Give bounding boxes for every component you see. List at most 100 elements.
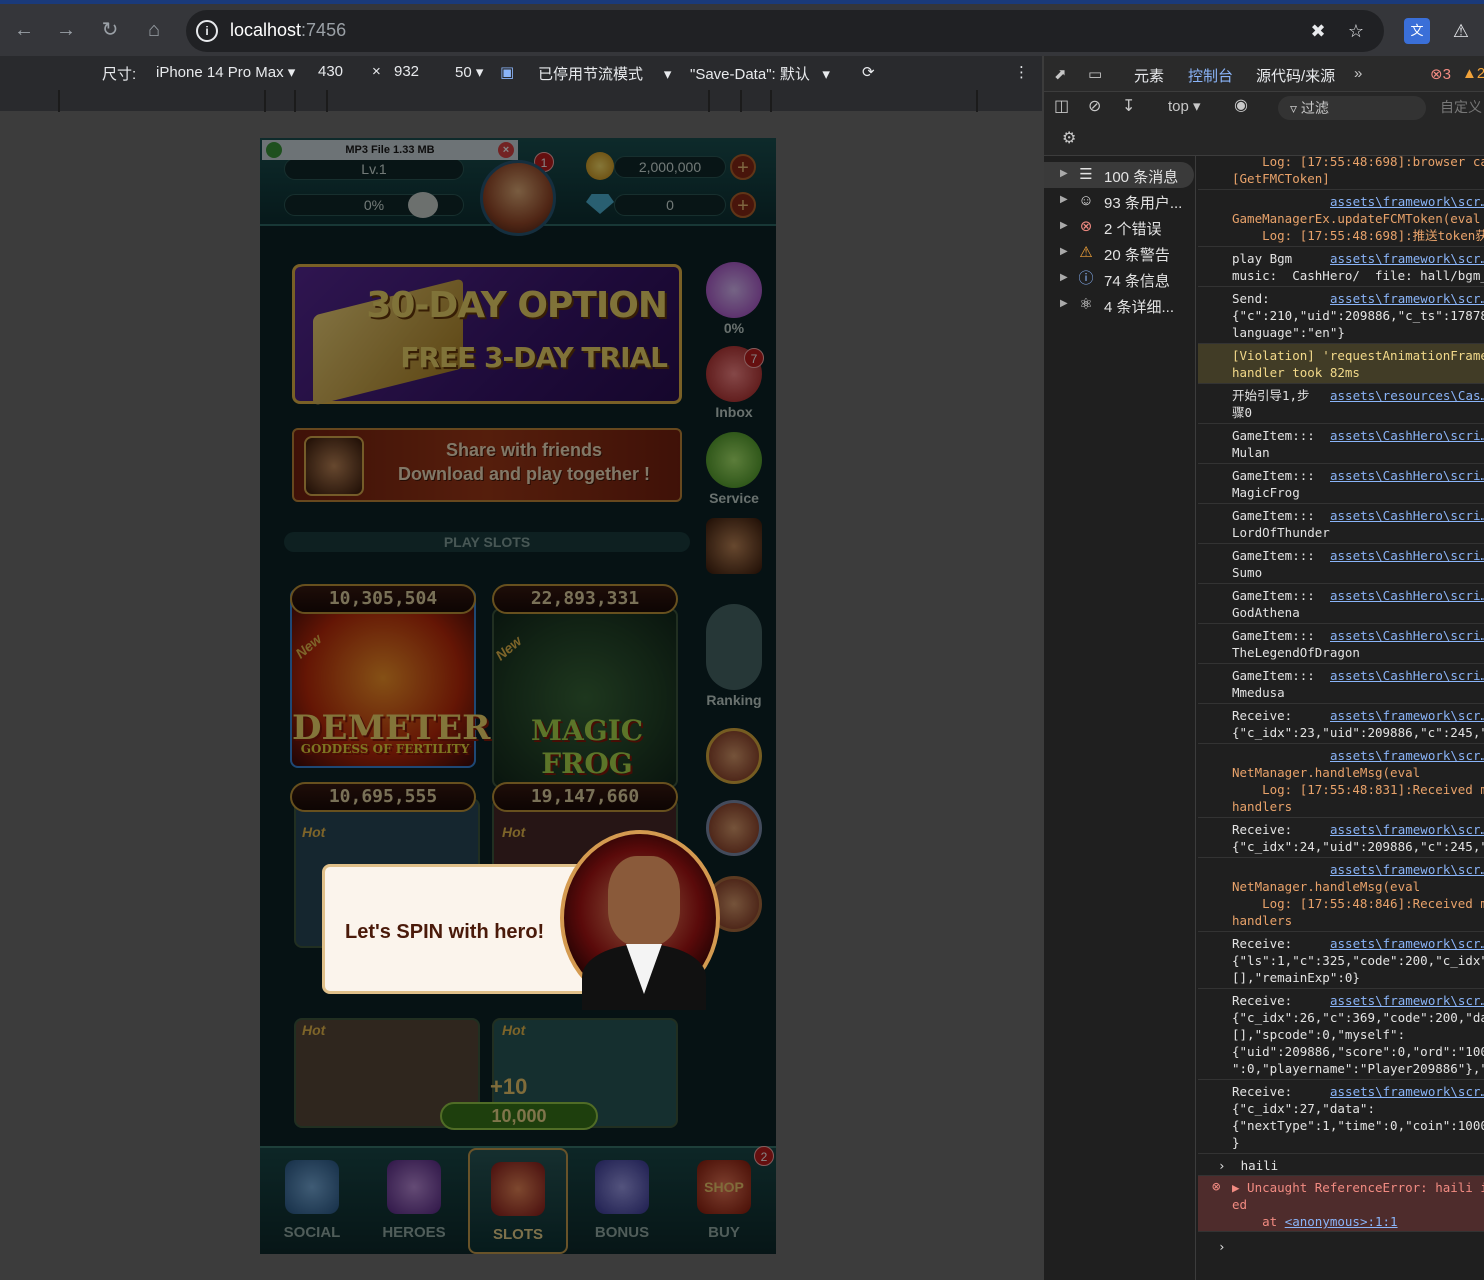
tab-sources[interactable]: 源代码/来源 <box>1256 65 1335 86</box>
source-link[interactable]: assets\CashHero\scri… <box>1330 627 1484 644</box>
console-input-echo: › haili <box>1198 1154 1484 1176</box>
sidebar-toggle-icon[interactable]: ◫ <box>1054 96 1069 116</box>
live-expression-eye-icon[interactable]: ◉ <box>1234 95 1248 115</box>
inspect-element-icon[interactable]: ⬈ <box>1054 65 1067 83</box>
add-coins-button[interactable]: + <box>730 154 756 180</box>
console-message: GameItem::: TheLegendOfDragon assets\Cash… <box>1198 624 1484 664</box>
translate-extension-icon[interactable]: 文 <box>1404 18 1430 44</box>
add-gems-button[interactable]: + <box>730 192 756 218</box>
console-sidebar: ▶ ☰ 100 条消息 ▶ ☺ 93 条用户... ▶ ⊗ 2 个错误 ▶ ⚠ 20 条警告 ▶… <box>1044 156 1196 1280</box>
forward-arrow-icon[interactable]: → <box>52 16 80 44</box>
ranking-button[interactable]: Ranking <box>702 604 766 708</box>
console-message: [Violation] 'requestAnimationFrame' hand… <box>1198 344 1484 384</box>
tab-buy[interactable]: SHOP BUY <box>674 1160 774 1241</box>
console-message: Receive: {"ls":1,"c":325,"code":200,"c_i… <box>1198 932 1484 989</box>
rotate-icon[interactable]: ⟳ <box>862 63 875 81</box>
source-link[interactable]: assets\CashHero\scri… <box>1330 467 1484 484</box>
context-select[interactable]: top ▾ <box>1168 97 1201 115</box>
device-select[interactable]: iPhone 14 Pro Max ▾ <box>156 63 295 81</box>
muted-icon[interactable]: ✖ <box>1306 19 1330 43</box>
source-link[interactable]: assets\framework\scr… <box>1330 821 1484 838</box>
height-input[interactable]: 932 <box>394 63 419 80</box>
source-link[interactable]: assets\CashHero\scri… <box>1330 427 1484 444</box>
scroll-to-bottom-icon[interactable]: ↧ <box>1122 96 1135 116</box>
error-count-badge[interactable]: ⊗3 <box>1430 65 1451 83</box>
source-link[interactable]: assets\framework\scr… <box>1330 707 1484 724</box>
close-icon[interactable]: × <box>498 142 514 158</box>
sidebar-item-user-messages[interactable]: ▶ ☺ 93 条用户... <box>1044 188 1194 214</box>
url-text[interactable]: localhost:7456 <box>230 20 346 41</box>
source-link[interactable]: assets\CashHero\scri… <box>1330 667 1484 684</box>
more-tabs-icon[interactable]: » <box>1354 65 1362 82</box>
heroes-icon <box>387 1160 441 1214</box>
console-message: GameItem::: GodAthena assets\CashHero\scr… <box>1198 584 1484 624</box>
width-input[interactable]: 430 <box>318 63 343 80</box>
tab-social[interactable]: SOCIAL <box>262 1160 362 1241</box>
tab-console[interactable]: 控制台 <box>1188 65 1234 94</box>
jackpot-demeter: 10,305,504 <box>290 584 476 614</box>
more-options-icon[interactable]: ⋮ <box>1014 63 1029 81</box>
sidebar-item-info[interactable]: ▶ ⓘ 74 条信息 <box>1044 266 1194 292</box>
gem-icon <box>586 194 614 214</box>
game-canvas[interactable]: Lv.1 1 0% 2,000,000 + 0 + MP3 File 1.33 … <box>260 138 776 1254</box>
source-link[interactable]: assets\framework\scr… <box>1330 747 1484 764</box>
tab-elements[interactable]: 元素 <box>1134 65 1164 86</box>
zoom-select[interactable]: 50 ▾ <box>455 63 489 81</box>
slot-tile-magic-frog[interactable]: MAGIC FROG <box>492 608 678 788</box>
screenshot-icon[interactable]: ▣ <box>500 63 514 81</box>
game-hud: Lv.1 1 0% 2,000,000 + 0 + MP3 File 1.33 … <box>260 138 776 236</box>
anonymous-link[interactable]: <anonymous>:1:1 <box>1285 1214 1398 1229</box>
source-link[interactable]: assets\framework\scr… <box>1330 290 1484 307</box>
source-link[interactable]: assets\framework\scr… <box>1330 861 1484 878</box>
bookmark-star-icon[interactable]: ☆ <box>1344 19 1368 43</box>
source-link[interactable]: assets\framework\scr… <box>1330 250 1484 267</box>
coin-icon <box>586 152 614 180</box>
tab-slots[interactable]: SLOTS <box>468 1148 568 1254</box>
home-icon[interactable]: ⌂ <box>140 16 168 44</box>
settings-gear-icon[interactable]: ⚙ <box>1062 128 1076 148</box>
share-banner[interactable]: Share with friends Download and play tog… <box>292 428 682 502</box>
save-data-select[interactable]: "Save-Data": 默认 ▾ <box>690 63 830 84</box>
warning-extension-icon[interactable]: ⚠ <box>1448 18 1474 44</box>
tab-heroes[interactable]: HEROES <box>364 1160 464 1241</box>
cashhero-download-button[interactable] <box>702 518 766 576</box>
filter-input[interactable]: ▿ 过滤 <box>1278 96 1426 120</box>
source-link[interactable]: assets\framework\scr… <box>1330 935 1484 952</box>
source-link[interactable]: assets\framework\scr… <box>1330 193 1484 210</box>
trial-subtitle: FREE 3-DAY TRIAL <box>400 341 668 374</box>
source-link[interactable]: assets\framework\scr… <box>1330 992 1484 1009</box>
custom-levels-select[interactable]: 自定义 <box>1440 97 1482 117</box>
site-info-icon[interactable]: i <box>196 20 218 42</box>
source-link[interactable]: assets\resources\Cas… <box>1330 387 1484 404</box>
source-link[interactable]: assets\CashHero\scri… <box>1330 507 1484 524</box>
source-link[interactable]: assets\framework\scr… <box>1330 1083 1484 1100</box>
console-message: NetManager.handleMsg(eval Log: [17:55:48… <box>1198 858 1484 932</box>
trial-offer-banner[interactable]: 30-DAY OPTION FREE 3-DAY TRIAL <box>292 264 682 406</box>
jackpot-magic-frog: 22,893,331 <box>492 584 678 614</box>
sidebar-item-verbose[interactable]: ▶ ⚛ 4 条详细... <box>1044 292 1194 318</box>
info-icon: ⓘ <box>1078 270 1094 287</box>
social-icon <box>285 1160 339 1214</box>
tab-bonus[interactable]: BONUS <box>572 1160 672 1241</box>
throttle-select[interactable]: 已停用节流模式 ▾ <box>538 63 671 84</box>
sidebar-item-messages[interactable]: ▶ ☰ 100 条消息 <box>1044 162 1194 188</box>
address-bar[interactable]: i localhost:7456 ✖ ☆ <box>186 10 1384 52</box>
console-message: play Bgm music: CashHero/ file: hall/bgm… <box>1198 247 1484 287</box>
sidebar-item-warnings[interactable]: ▶ ⚠ 20 条警告 <box>1044 240 1194 266</box>
reload-icon[interactable]: ↻ <box>96 16 124 44</box>
service-button[interactable]: Service <box>702 432 766 506</box>
clear-console-icon[interactable]: ⊘ <box>1088 96 1101 116</box>
player-avatar[interactable] <box>480 160 556 236</box>
slot-tile-demeter[interactable]: DEMETER GODDESS OF FERTILITY <box>290 588 490 768</box>
source-link[interactable]: assets\CashHero\scri… <box>1330 547 1484 564</box>
source-link[interactable]: assets\CashHero\scri… <box>1330 587 1484 604</box>
rank-avatar-2[interactable] <box>702 800 766 858</box>
lucky-wheel-button[interactable]: 0% <box>702 262 766 336</box>
back-arrow-icon[interactable]: ← <box>10 16 38 44</box>
sidebar-item-errors[interactable]: ▶ ⊗ 2 个错误 <box>1044 214 1194 240</box>
warning-count-badge[interactable]: ▲2 <box>1462 65 1484 82</box>
console-prompt[interactable]: › <box>1198 1232 1484 1254</box>
rank-avatar-1[interactable] <box>702 728 766 786</box>
hot-tag: Hot <box>302 1022 326 1038</box>
device-toggle-icon[interactable]: ▭ <box>1088 65 1102 83</box>
